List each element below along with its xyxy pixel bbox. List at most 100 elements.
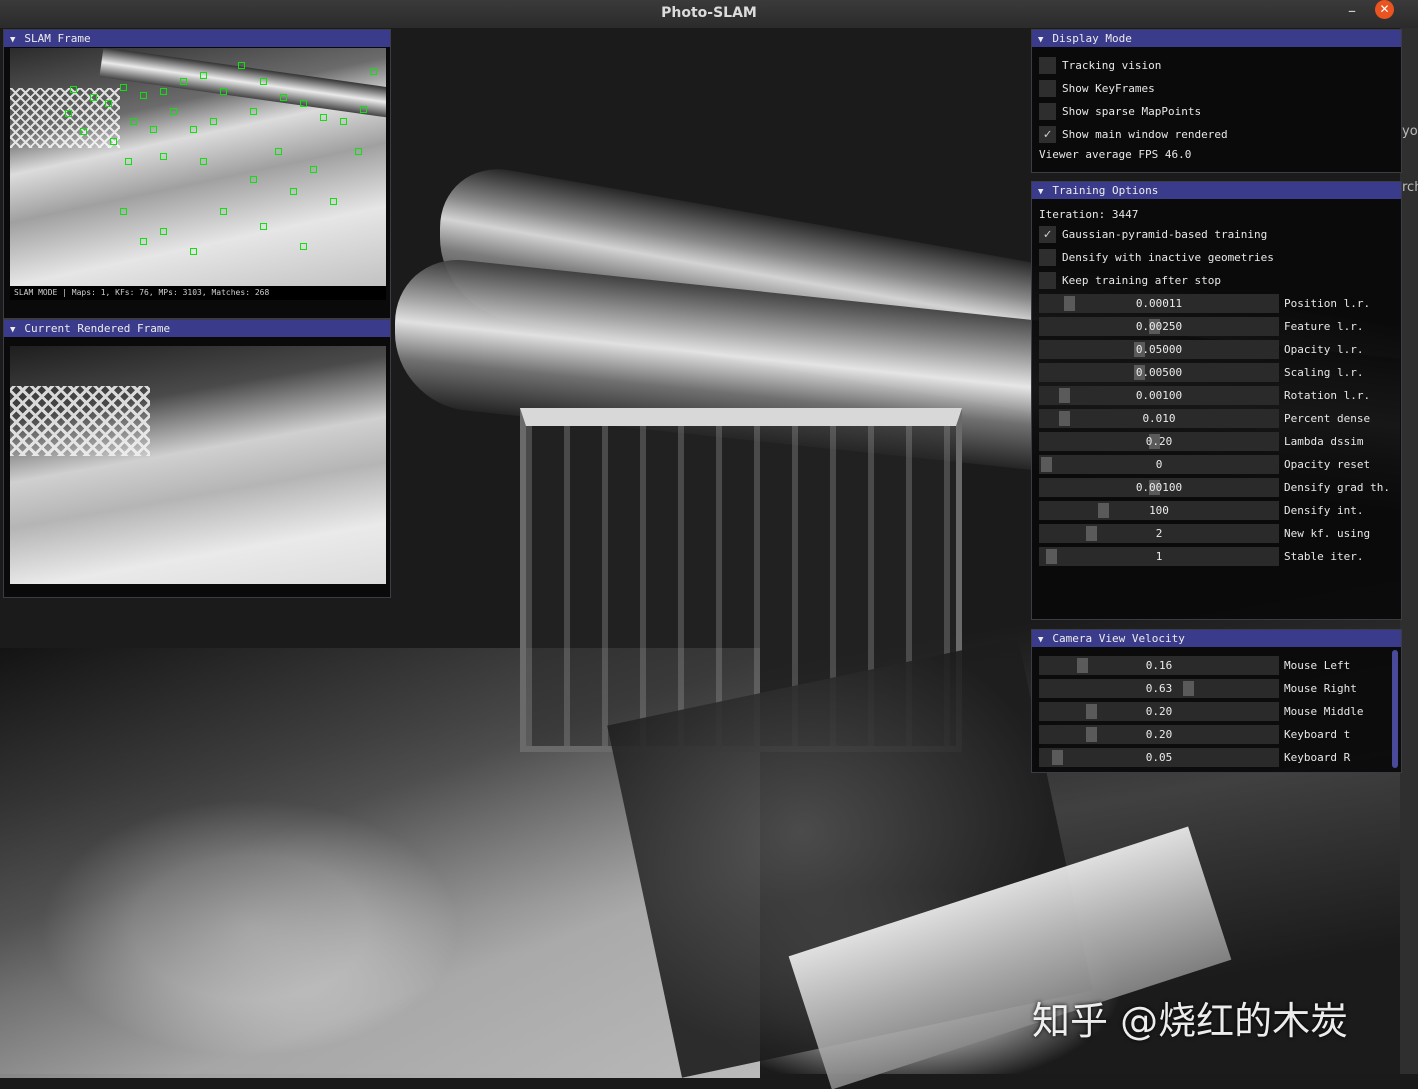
slider-label: Mouse Right (1284, 682, 1357, 695)
feature-point-marker (220, 208, 227, 215)
checkbox-label: Show main window rendered (1062, 128, 1228, 141)
feature-point-marker (280, 94, 287, 101)
slider-value: 100 (1149, 504, 1169, 517)
feature-point-marker (125, 158, 132, 165)
training-options-window[interactable]: ▼ Training Options Iteration: 3447 ✓ Gaus… (1031, 181, 1402, 620)
feature-point-marker (120, 208, 127, 215)
camera-velocity-title: Camera View Velocity (1052, 632, 1185, 645)
display-mode-window[interactable]: ▼ Display Mode Tracking vision Show KeyFr… (1031, 29, 1402, 173)
slider-label: Rotation l.r. (1284, 389, 1371, 402)
checkbox-box[interactable] (1039, 249, 1056, 266)
slider-densify-grad-th[interactable]: 0.00100 (1039, 478, 1279, 497)
checkbox-label: Keep training after stop (1062, 274, 1221, 287)
feature-point-marker (290, 188, 297, 195)
checkmark-icon: ✓ (1043, 127, 1052, 142)
feature-point-marker (65, 110, 72, 117)
feature-point-marker (150, 126, 157, 133)
rendered-frame-image (10, 346, 386, 584)
slider-scaling-l-r[interactable]: 0.00500 (1039, 363, 1279, 382)
checkbox-box[interactable]: ✓ (1039, 226, 1056, 243)
feature-point-marker (200, 158, 207, 165)
slam-frame-window[interactable]: ▼ SLAM Frame SLAM MODE | Maps: 1, KFs: 76… (3, 29, 391, 319)
feature-point-marker (120, 84, 127, 91)
slam-frame-titlebar[interactable]: ▼ SLAM Frame (4, 30, 390, 47)
training-options-titlebar[interactable]: ▼ Training Options (1032, 182, 1401, 199)
checkbox-box[interactable] (1039, 57, 1056, 74)
slider-feature-l-r[interactable]: 0.00250 (1039, 317, 1279, 336)
collapse-triangle-icon[interactable]: ▼ (1038, 635, 1043, 645)
edge-hint-text: rch (1402, 180, 1418, 195)
slider-label: Mouse Left (1284, 659, 1351, 672)
slider-value: 0.16 (1145, 659, 1173, 672)
minimize-button[interactable]: – (1342, 3, 1362, 23)
slider-mouse-right[interactable]: 0.63 (1039, 679, 1279, 698)
feature-point-marker (180, 78, 187, 85)
feature-point-marker (70, 86, 77, 93)
slider-label: Opacity l.r. (1284, 343, 1364, 356)
checkbox-box[interactable] (1039, 80, 1056, 97)
checkbox-label: Gaussian-pyramid-based training (1062, 228, 1268, 241)
slider-value: 0.20 (1145, 435, 1173, 448)
background-window-edge: yo rch (1400, 28, 1418, 1074)
checkbox-box[interactable] (1039, 103, 1056, 120)
feature-point-marker (90, 94, 97, 101)
slider-densify-int[interactable]: 100 (1039, 501, 1279, 520)
viewer-fps-text: Viewer average FPS 46.0 (1039, 148, 1192, 161)
feature-point-marker (140, 92, 147, 99)
close-button[interactable]: ✕ (1375, 0, 1394, 19)
slider-value: 0.05000 (1135, 343, 1183, 356)
camera-velocity-window[interactable]: ▼ Camera View Velocity 0.16 Mouse Left 0.63… (1031, 629, 1402, 773)
feature-point-marker (160, 228, 167, 235)
slider-new-kf-using[interactable]: 2 (1039, 524, 1279, 543)
slider-opacity-l-r[interactable]: 0.05000 (1039, 340, 1279, 359)
slam-frame-image (10, 48, 386, 286)
slider-lambda-dssim[interactable]: 0.20 (1039, 432, 1279, 451)
slider-keyboard-t[interactable]: 0.20 (1039, 725, 1279, 744)
display-mode-titlebar[interactable]: ▼ Display Mode (1032, 30, 1401, 47)
feature-point-marker (275, 148, 282, 155)
window-titlebar[interactable]: Photo-SLAM – ✕ (0, 0, 1418, 29)
collapse-triangle-icon[interactable]: ▼ (1038, 187, 1043, 197)
iteration-text: Iteration: 3447 (1039, 208, 1139, 221)
slider-rotation-l-r[interactable]: 0.00100 (1039, 386, 1279, 405)
feature-point-marker (200, 72, 207, 79)
slider-label: Stable iter. (1284, 550, 1364, 563)
feature-point-marker (370, 68, 377, 75)
collapse-triangle-icon[interactable]: ▼ (10, 325, 15, 335)
feature-point-marker (300, 243, 307, 250)
slider-mouse-middle[interactable]: 0.20 (1039, 702, 1279, 721)
slider-value: 1 (1155, 550, 1163, 563)
slider-value: 0.00100 (1135, 481, 1183, 494)
watermark-text: 知乎 @烧红的木炭 (1032, 999, 1349, 1043)
slider-label: Mouse Middle (1284, 705, 1364, 718)
slider-label: Percent dense (1284, 412, 1371, 425)
slider-value: 2 (1155, 527, 1163, 540)
slider-value: 0.05 (1145, 751, 1173, 764)
slider-label: Densify int. (1284, 504, 1364, 517)
slider-value: 0.00011 (1135, 297, 1183, 310)
slider-keyboard-r[interactable]: 0.05 (1039, 748, 1279, 767)
feature-point-marker (110, 138, 117, 145)
slider-value: 0 (1155, 458, 1163, 471)
checkbox-label: Show KeyFrames (1062, 82, 1155, 95)
slider-label: New kf. using (1284, 527, 1371, 540)
scene-pipe (99, 48, 386, 119)
slider-value: 0.20 (1145, 705, 1173, 718)
feature-point-marker (160, 88, 167, 95)
rendered-frame-window[interactable]: ▼ Current Rendered Frame (3, 319, 391, 598)
slam-frame-title: SLAM Frame (24, 32, 91, 45)
slider-percent-dense[interactable]: 0.010 (1039, 409, 1279, 428)
slider-opacity-reset[interactable]: 0 (1039, 455, 1279, 474)
checkbox-box[interactable]: ✓ (1039, 126, 1056, 143)
feature-point-marker (260, 223, 267, 230)
collapse-triangle-icon[interactable]: ▼ (1038, 35, 1043, 45)
checkbox-box[interactable] (1039, 272, 1056, 289)
camera-velocity-titlebar[interactable]: ▼ Camera View Velocity (1032, 630, 1401, 647)
collapse-triangle-icon[interactable]: ▼ (10, 35, 15, 45)
slider-stable-iter[interactable]: 1 (1039, 547, 1279, 566)
slider-position-l-r[interactable]: 0.00011 (1039, 294, 1279, 313)
slider-mouse-left[interactable]: 0.16 (1039, 656, 1279, 675)
window-scrollbar[interactable] (1392, 650, 1398, 768)
rendered-frame-titlebar[interactable]: ▼ Current Rendered Frame (4, 320, 390, 337)
feature-point-marker (160, 153, 167, 160)
